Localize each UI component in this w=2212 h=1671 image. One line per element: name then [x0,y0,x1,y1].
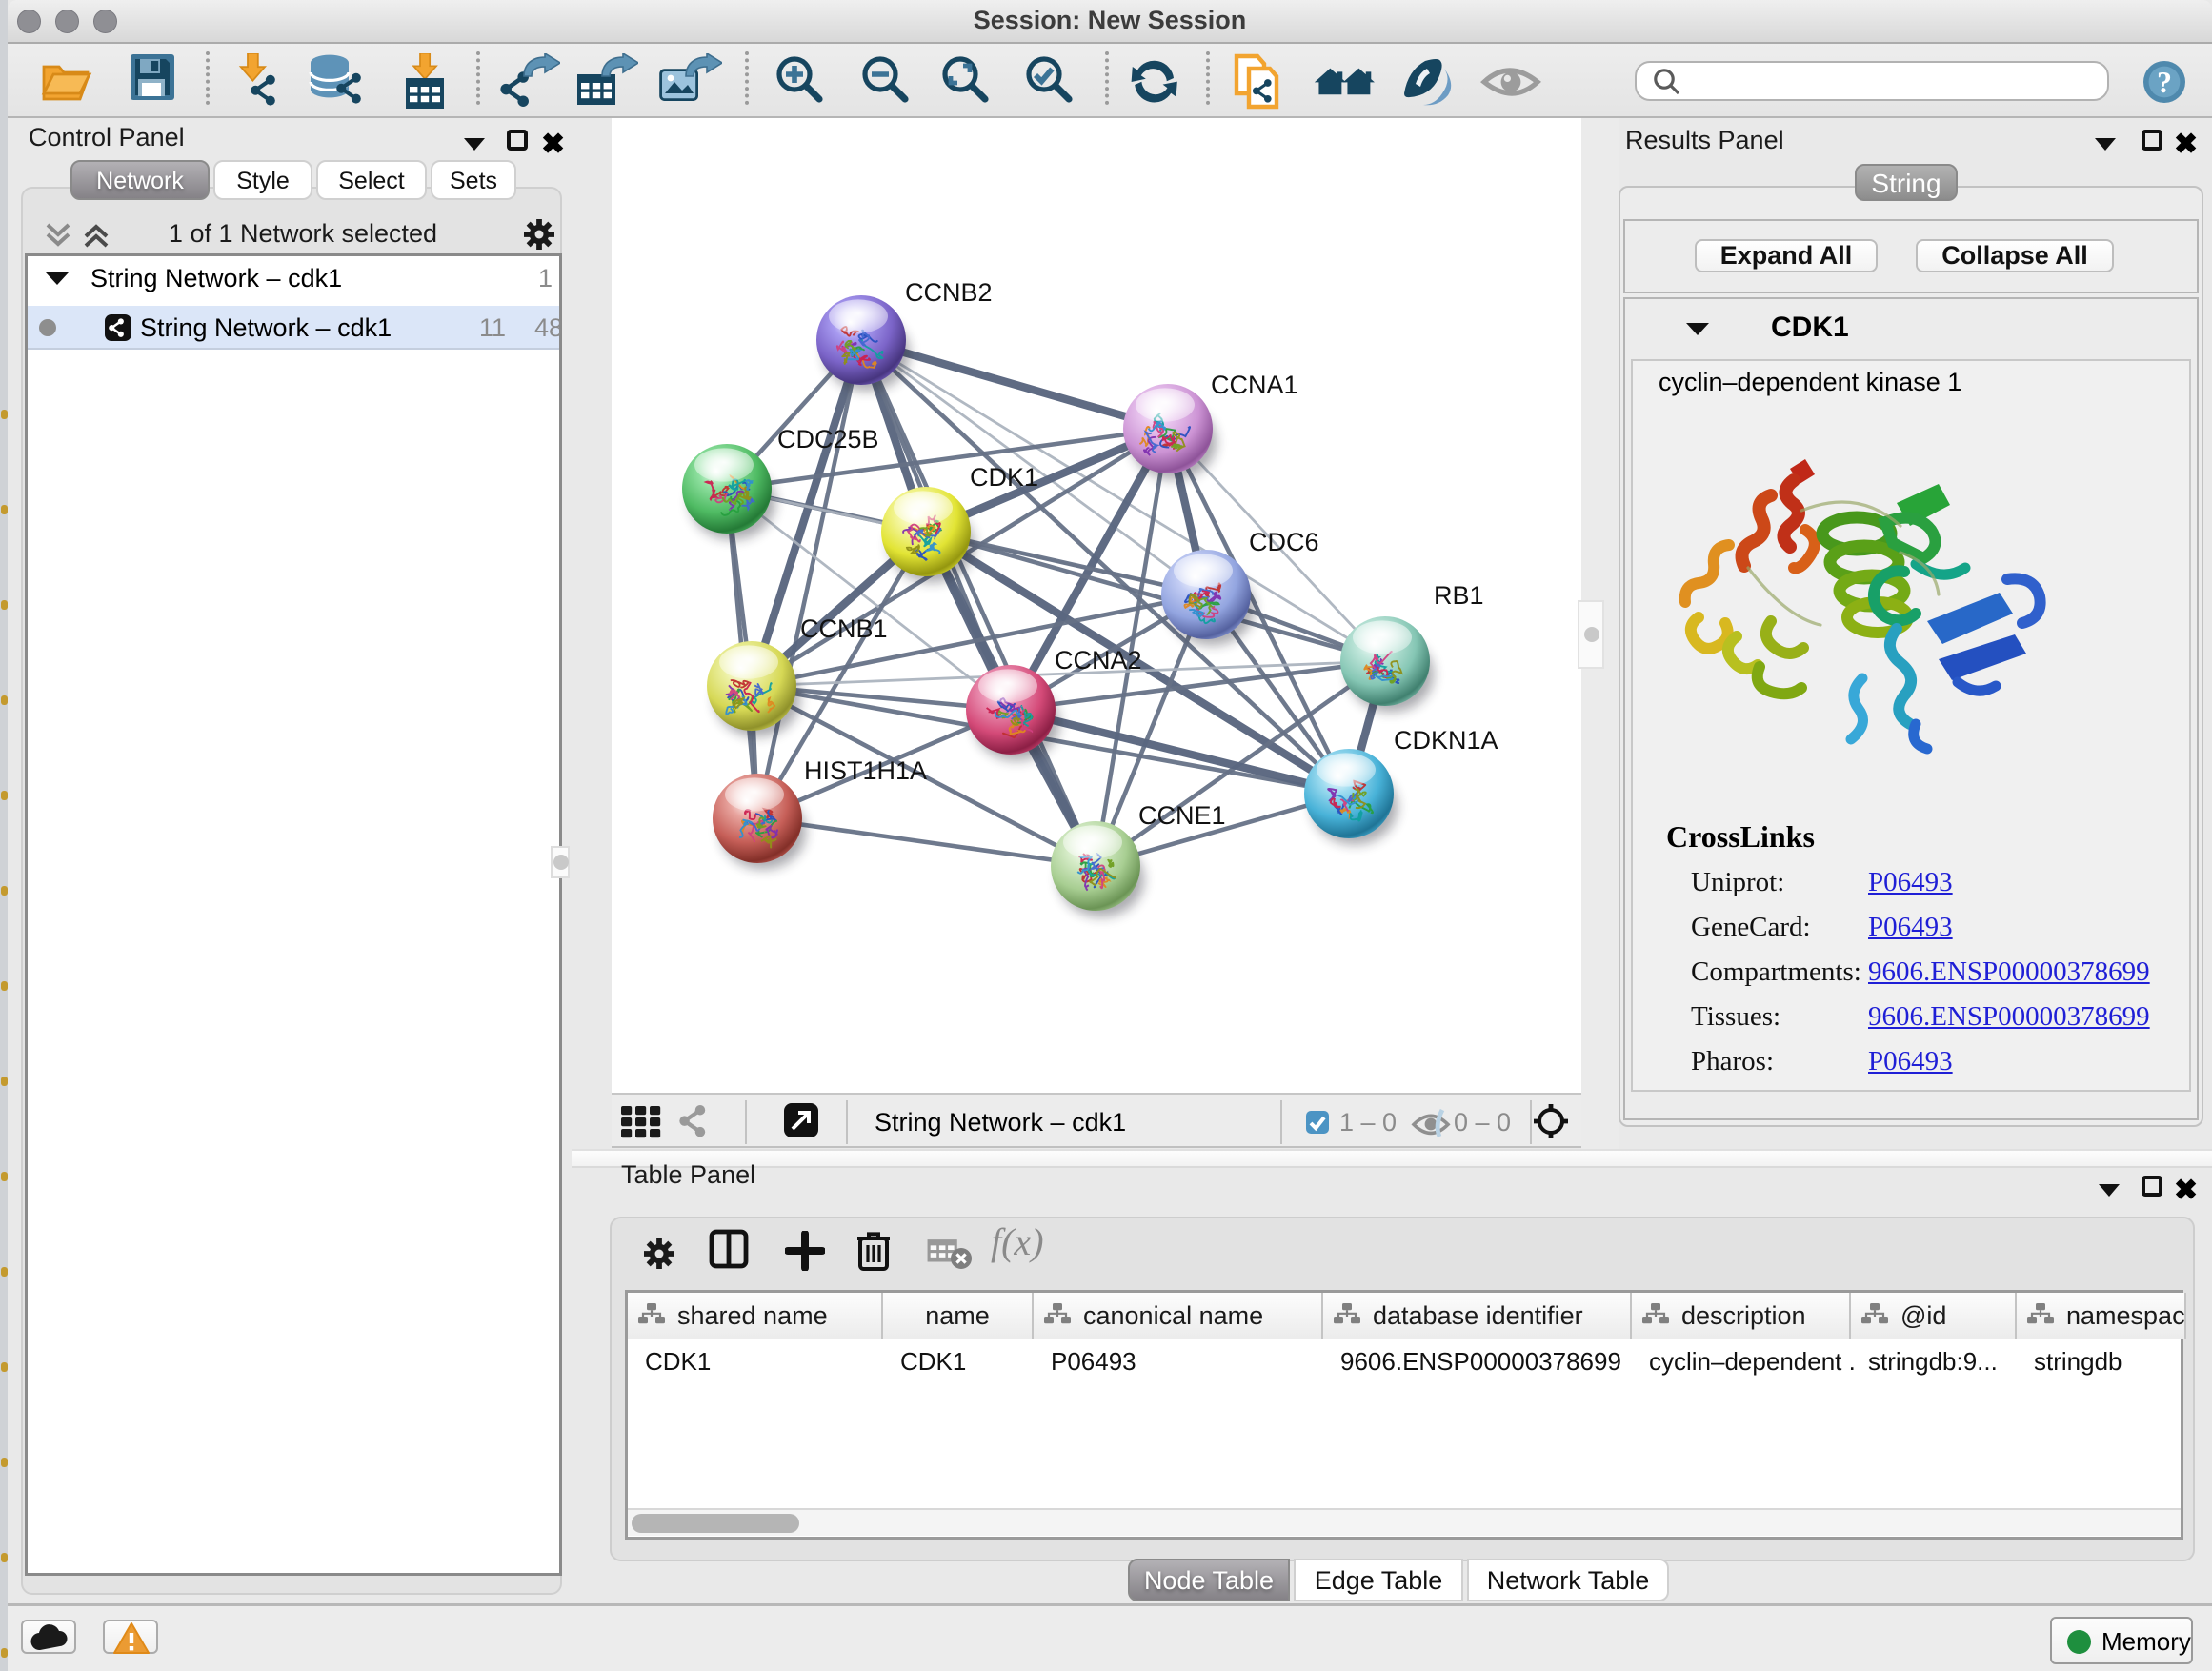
svg-text:CDC25B: CDC25B [777,425,879,453]
svg-text:CDC6: CDC6 [1249,528,1319,556]
svg-text:CDK1: CDK1 [970,463,1038,492]
svg-text:HIST1H1A: HIST1H1A [804,756,927,785]
svg-text:?: ? [2157,65,2172,99]
svg-text:CCNA1: CCNA1 [1211,371,1298,399]
svg-text:CCNB2: CCNB2 [905,278,993,307]
svg-text:CCNA2: CCNA2 [1055,646,1142,674]
svg-text:CCNE1: CCNE1 [1138,801,1226,830]
svg-text:CDKN1A: CDKN1A [1394,726,1498,755]
svg-text:CCNB1: CCNB1 [800,614,888,643]
svg-text:RB1: RB1 [1434,581,1484,610]
